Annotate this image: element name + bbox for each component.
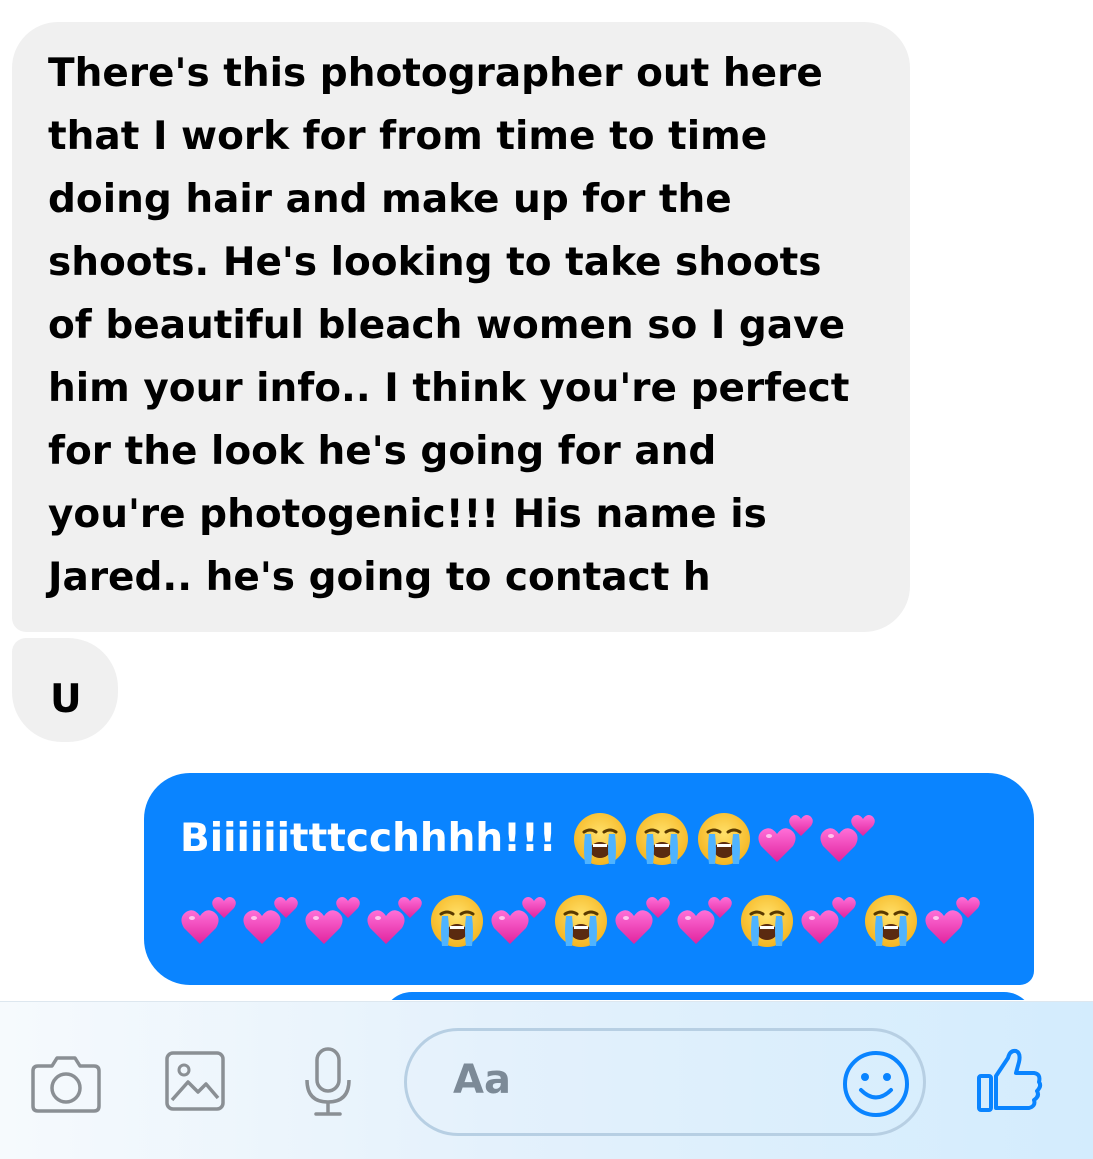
message-input-placeholder: Aa (453, 1057, 511, 1103)
message-line: that I work for from time to time (48, 114, 768, 159)
two-hearts-emoji (819, 810, 877, 868)
sent-message-bubble[interactable]: Biiiiiitttcchhhh!!! (144, 773, 1034, 985)
received-message-bubble[interactable]: U (12, 638, 118, 742)
message-line: There's this photographer out here (48, 51, 823, 96)
two-hearts-emoji (676, 892, 734, 950)
two-hearts-emoji (614, 892, 672, 950)
message-line: shoots. He's looking to take shoots (48, 240, 822, 285)
message-text: U (50, 677, 82, 722)
two-hearts-emoji (490, 892, 548, 950)
camera-icon[interactable] (30, 1052, 102, 1114)
crying-face-emoji (571, 810, 629, 868)
message-composer: Aa (0, 1001, 1093, 1159)
two-hearts-emoji (757, 810, 815, 868)
message-line: him your info.. I think you're perfect (48, 366, 850, 411)
message-line: Jared.. he's going to contact h (48, 555, 711, 600)
message-line: of beautiful bleach women so I gave (48, 303, 846, 348)
crying-face-emoji (695, 810, 753, 868)
photo-icon[interactable] (164, 1050, 226, 1112)
emoji-icon[interactable] (841, 1049, 911, 1119)
sent-message-line: Biiiiiitttcchhhh!!! (180, 809, 1014, 869)
crying-face-emoji (738, 892, 796, 950)
two-hearts-emoji (800, 892, 858, 950)
crying-face-emoji (428, 892, 486, 950)
mic-icon[interactable] (300, 1046, 356, 1118)
crying-face-emoji (633, 810, 691, 868)
two-hearts-emoji (366, 892, 424, 950)
sent-message-bubble-partial[interactable] (382, 992, 1034, 1000)
two-hearts-emoji (924, 892, 982, 950)
two-hearts-emoji (242, 892, 300, 950)
message-line: you're photogenic!!! His name is (48, 492, 767, 537)
received-message-bubble[interactable]: There's this photographer out here that … (12, 22, 910, 632)
thumbs-up-icon[interactable] (976, 1046, 1044, 1114)
crying-face-emoji (552, 892, 610, 950)
conversation-thread: There's this photographer out here that … (0, 0, 1093, 1000)
message-line: doing hair and make up for the (48, 177, 732, 222)
message-line: for the look he's going for and (48, 429, 717, 474)
two-hearts-emoji (304, 892, 362, 950)
crying-face-emoji (862, 892, 920, 950)
message-input[interactable]: Aa (404, 1028, 926, 1136)
sent-message-line (180, 891, 1014, 951)
two-hearts-emoji (180, 892, 238, 950)
message-text: Biiiiiitttcchhhh!!! (180, 816, 557, 861)
